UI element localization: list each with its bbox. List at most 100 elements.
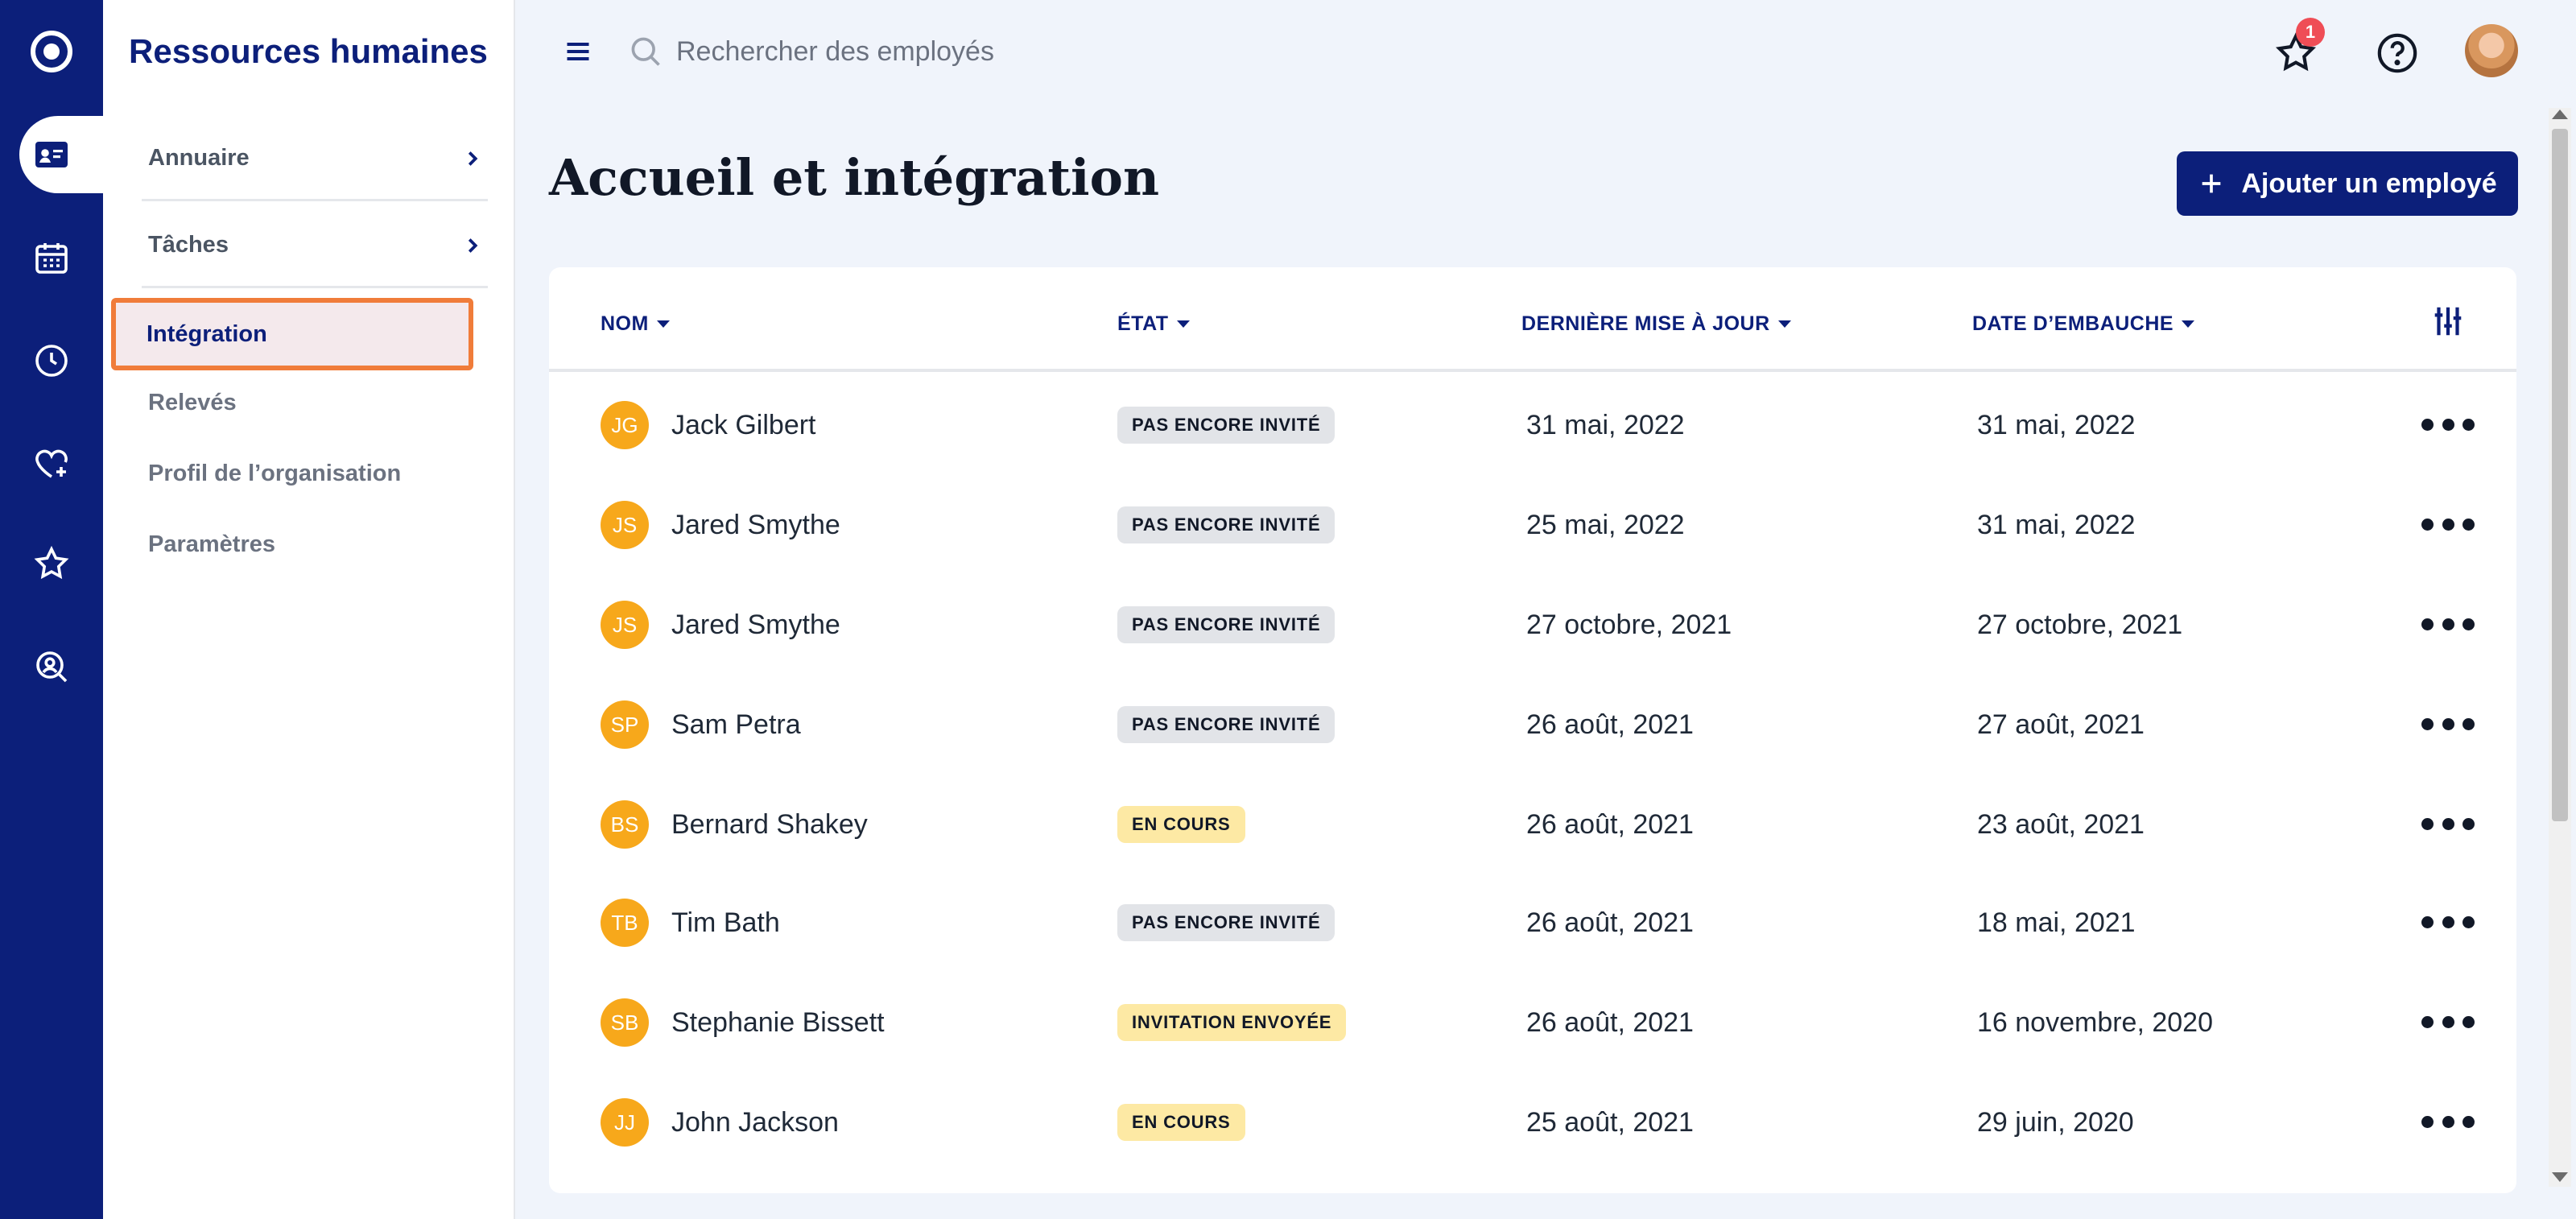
table-row[interactable]: JG Jack Gilbert PAS ENCORE INVITÉ 31 mai… <box>549 375 2516 475</box>
last-update-cell: 31 mai, 2022 <box>1526 409 1685 440</box>
scrollbar-thumb[interactable] <box>2552 129 2568 821</box>
scroll-down-arrow-icon[interactable] <box>2552 1172 2568 1182</box>
table-row[interactable]: BS Bernard Shakey EN COURS 26 août, 2021… <box>549 775 2516 874</box>
sidebar-item-settings[interactable]: Paramètres <box>148 531 275 558</box>
employee-name-cell: TB Tim Bath <box>601 873 780 973</box>
column-header-status[interactable]: ÉTAT <box>1117 312 1190 336</box>
status-cell: EN COURS <box>1117 775 1245 874</box>
sidebar-title: Ressources humaines <box>129 32 488 70</box>
avatar: JS <box>601 601 649 649</box>
scroll-up-arrow-icon[interactable] <box>2552 110 2568 119</box>
column-header-label: DERNIÈRE MISE À JOUR <box>1521 312 1770 335</box>
row-more-actions-icon[interactable] <box>2421 512 2475 536</box>
sidebar-item-org-profile[interactable]: Profil de l’organisation <box>148 461 401 487</box>
rail-item-directory[interactable] <box>19 116 103 193</box>
row-more-actions-icon[interactable] <box>2421 910 2475 934</box>
row-more-actions-icon[interactable] <box>2421 712 2475 736</box>
rail-item-recruiting[interactable] <box>0 628 103 705</box>
clock-icon <box>35 345 68 377</box>
hire-date-cell: 31 mai, 2022 <box>1977 409 2136 440</box>
sidebar-item-tasks[interactable]: Tâches <box>142 205 488 288</box>
avatar: BS <box>601 800 649 849</box>
table-row[interactable]: SB Stephanie Bissett INVITATION ENVOYÉE … <box>549 973 2516 1072</box>
last-update-cell: 26 août, 2021 <box>1526 808 1694 840</box>
avatar: JJ <box>601 1098 649 1147</box>
employee-name[interactable]: Stephanie Bissett <box>671 1007 885 1039</box>
sort-caret-icon <box>1176 320 1190 328</box>
status-cell: EN COURS <box>1117 1072 1245 1172</box>
column-header-hire-date[interactable]: DATE D’EMBAUCHE <box>1972 312 2195 336</box>
employee-name[interactable]: Jared Smythe <box>671 510 840 541</box>
rail-item-calendar[interactable] <box>0 219 103 296</box>
rail-item-time[interactable] <box>0 322 103 399</box>
hire-date-cell: 18 mai, 2021 <box>1977 907 2136 938</box>
sidebar-item-onboarding[interactable]: Intégration <box>111 298 473 370</box>
hire-date-cell: 31 mai, 2022 <box>1977 509 2136 540</box>
employee-name[interactable]: Tim Bath <box>671 907 780 939</box>
column-header-name[interactable]: NOM <box>601 312 670 336</box>
sort-caret-icon <box>656 320 670 328</box>
add-employee-button[interactable]: Ajouter un employé <box>2177 151 2518 216</box>
employee-name-cell: SB Stephanie Bissett <box>601 973 885 1072</box>
employee-name-cell: BS Bernard Shakey <box>601 775 868 874</box>
avatar: TB <box>601 899 649 947</box>
employee-name[interactable]: John Jackson <box>671 1107 839 1138</box>
column-header-last-update[interactable]: DERNIÈRE MISE À JOUR <box>1521 312 1791 336</box>
hire-date-cell: 29 juin, 2020 <box>1977 1106 2134 1138</box>
status-cell: PAS ENCORE INVITÉ <box>1117 873 1335 973</box>
star-icon <box>34 545 69 580</box>
menu-icon[interactable] <box>564 37 592 66</box>
sidebar-item-label: Tâches <box>148 232 229 258</box>
row-more-actions-icon[interactable] <box>2421 1010 2475 1034</box>
employee-name-cell: JJ John Jackson <box>601 1072 839 1172</box>
status-cell: INVITATION ENVOYÉE <box>1117 973 1347 1072</box>
last-update-cell: 25 mai, 2022 <box>1526 509 1685 540</box>
employee-name-cell: JS Jared Smythe <box>601 575 840 675</box>
employee-name[interactable]: Bernard Shakey <box>671 809 868 841</box>
notification-badge: 1 <box>2296 18 2325 47</box>
user-search-icon <box>36 651 68 683</box>
sidebar-item-reports[interactable]: Relevés <box>148 390 237 416</box>
avatar: JG <box>601 401 649 449</box>
chevron-right-icon <box>468 238 478 253</box>
row-more-actions-icon[interactable] <box>2421 612 2475 636</box>
user-avatar[interactable] <box>2465 24 2518 77</box>
status-cell: PAS ENCORE INVITÉ <box>1117 575 1335 675</box>
sidebar-item-label: Intégration <box>147 320 267 347</box>
add-employee-label: Ajouter un employé <box>2241 167 2497 199</box>
employee-name[interactable]: Jared Smythe <box>671 610 840 641</box>
sidebar-item-directory[interactable]: Annuaire <box>142 118 488 201</box>
status-badge: EN COURS <box>1117 1104 1245 1141</box>
last-update-cell: 26 août, 2021 <box>1526 709 1694 740</box>
hire-date-cell: 27 août, 2021 <box>1977 709 2145 740</box>
row-more-actions-icon[interactable] <box>2421 812 2475 836</box>
last-update-cell: 25 août, 2021 <box>1526 1106 1694 1138</box>
search-icon <box>631 37 660 66</box>
table-row[interactable]: JJ John Jackson EN COURS 25 août, 2021 2… <box>549 1072 2516 1172</box>
search-input[interactable] <box>676 27 1401 76</box>
status-badge: PAS ENCORE INVITÉ <box>1117 506 1335 543</box>
heart-plus-icon <box>35 449 68 478</box>
status-badge: PAS ENCORE INVITÉ <box>1117 904 1335 941</box>
column-settings-icon[interactable] <box>2429 303 2467 340</box>
id-card-icon <box>35 142 68 167</box>
table-row[interactable]: SP Sam Petra PAS ENCORE INVITÉ 26 août, … <box>549 675 2516 775</box>
status-badge: EN COURS <box>1117 806 1245 843</box>
column-header-label: DATE D’EMBAUCHE <box>1972 312 2174 335</box>
employee-name-cell: JS Jared Smythe <box>601 475 840 575</box>
row-more-actions-icon[interactable] <box>2421 1109 2475 1134</box>
hire-date-cell: 23 août, 2021 <box>1977 808 2145 840</box>
rail-item-recognition[interactable] <box>0 525 103 602</box>
table-row[interactable]: TB Tim Bath PAS ENCORE INVITÉ 26 août, 2… <box>549 873 2516 973</box>
table-row[interactable]: JS Jared Smythe PAS ENCORE INVITÉ 27 oct… <box>549 575 2516 675</box>
help-icon[interactable] <box>2375 31 2420 76</box>
status-badge: INVITATION ENVOYÉE <box>1117 1004 1347 1041</box>
icon-rail <box>0 0 103 1219</box>
employee-name[interactable]: Sam Petra <box>671 709 801 741</box>
employee-name[interactable]: Jack Gilbert <box>671 410 816 441</box>
last-update-cell: 26 août, 2021 <box>1526 907 1694 938</box>
app-logo-icon[interactable] <box>31 31 72 72</box>
rail-item-wellness[interactable] <box>0 425 103 502</box>
row-more-actions-icon[interactable] <box>2421 412 2475 436</box>
table-row[interactable]: JS Jared Smythe PAS ENCORE INVITÉ 25 mai… <box>549 475 2516 575</box>
